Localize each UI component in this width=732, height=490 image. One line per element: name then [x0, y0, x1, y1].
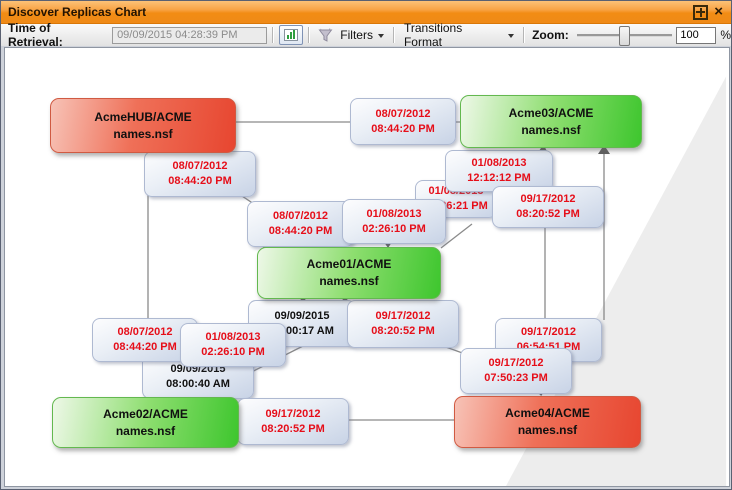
replica-chart-canvas: 01/08/201302:26:21 PM09/09/201508:00:17 … [4, 47, 730, 487]
transitions-format-dropdown[interactable]: Transitions Format [400, 21, 518, 49]
edge-label: 09/17/201208:20:52 PM [492, 186, 604, 228]
separator [308, 27, 310, 43]
zoom-percent-sign: % [716, 28, 731, 42]
replica-node-acme02[interactable]: Acme02/ACMEnames.nsf [52, 397, 239, 448]
edge-label: 01/08/201302:26:10 PM [342, 199, 446, 244]
time-of-retrieval-field [112, 27, 267, 44]
separator [272, 27, 274, 43]
edge-label: 08/07/201208:44:20 PM [247, 201, 354, 247]
filters-dropdown[interactable]: Filters [336, 28, 388, 42]
replica-node-acme04[interactable]: Acme04/ACMEnames.nsf [454, 396, 641, 448]
zoom-slider[interactable] [577, 34, 673, 37]
chevron-down-icon [378, 34, 384, 38]
time-of-retrieval-label: Time of Retrieval: [1, 21, 112, 49]
edge-label: 09/17/201207:50:23 PM [460, 348, 572, 394]
zoom-slider-thumb[interactable] [619, 26, 630, 46]
close-icon[interactable]: × [714, 5, 723, 19]
separator [523, 27, 525, 43]
edge-label: 09/17/201208:20:52 PM [237, 398, 349, 445]
replica-node-acme03[interactable]: Acme03/ACMEnames.nsf [460, 95, 642, 148]
bar-chart-icon [284, 29, 298, 41]
transitions-format-label: Transitions Format [404, 21, 503, 49]
zoom-value-field[interactable] [676, 27, 716, 44]
edge-label: 01/08/201302:26:10 PM [180, 323, 286, 367]
zoom-label: Zoom: [530, 28, 573, 42]
window-title: Discover Replicas Chart [1, 5, 693, 19]
restore-window-icon[interactable] [693, 5, 708, 20]
funnel-icon[interactable] [318, 28, 333, 43]
chevron-down-icon [508, 34, 514, 38]
edge-label: 08/07/201208:44:20 PM [350, 98, 456, 145]
replica-node-acme01[interactable]: Acme01/ACMEnames.nsf [257, 247, 441, 299]
toolbar: Time of Retrieval: Filters Transitions F… [1, 24, 731, 46]
separator [393, 27, 395, 43]
edge-label: 09/17/201208:20:52 PM [347, 300, 459, 348]
filters-label: Filters [340, 28, 373, 42]
edge-label: 08/07/201208:44:20 PM [144, 151, 256, 197]
replica-node-acmehub[interactable]: AcmeHUB/ACMEnames.nsf [50, 98, 236, 153]
discover-replicas-window: Discover Replicas Chart × Time of Retrie… [0, 0, 732, 490]
chart-view-button[interactable] [279, 25, 303, 45]
